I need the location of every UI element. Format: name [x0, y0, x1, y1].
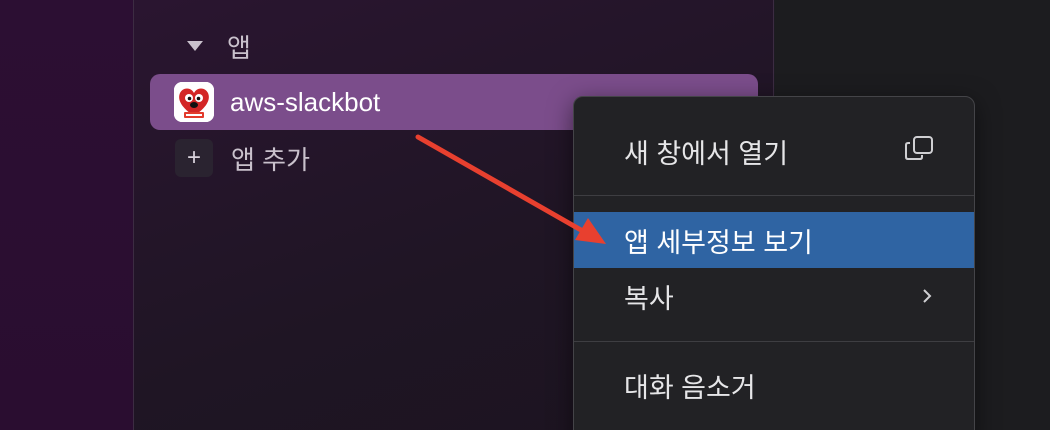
- app-window: 앱 aws-slackbot + 앱 추가 새 창에서 열기 앱 세부정보 보기…: [0, 0, 1050, 430]
- open-new-window-icon: [904, 135, 934, 168]
- caret-down-icon: [187, 41, 203, 51]
- workspace-rail: [0, 0, 133, 430]
- menu-item-open-new-window[interactable]: 새 창에서 열기: [574, 123, 974, 179]
- add-app-button[interactable]: + 앱 추가: [175, 136, 310, 180]
- context-menu: 새 창에서 열기 앱 세부정보 보기 복사 대화 음소거: [573, 96, 975, 430]
- apps-section-header[interactable]: 앱: [183, 26, 251, 66]
- menu-divider: [574, 195, 974, 196]
- heart-mascot-icon: [174, 82, 214, 122]
- menu-item-copy[interactable]: 복사: [574, 268, 974, 324]
- menu-item-mute-conversation[interactable]: 대화 음소거: [574, 357, 974, 413]
- section-title: 앱: [227, 32, 251, 63]
- menu-item-label: 복사: [624, 283, 674, 314]
- chevron-right-icon: [920, 281, 934, 312]
- menu-item-label: 새 창에서 열기: [624, 138, 789, 169]
- menu-item-label: 대화 음소거: [624, 372, 756, 403]
- sidebar-item-label: aws-slackbot: [230, 86, 381, 117]
- menu-item-view-app-details[interactable]: 앱 세부정보 보기: [574, 212, 974, 268]
- menu-divider: [574, 341, 974, 342]
- add-app-label: 앱 추가: [231, 144, 310, 175]
- plus-icon: +: [175, 139, 213, 177]
- menu-item-label: 앱 세부정보 보기: [624, 227, 813, 258]
